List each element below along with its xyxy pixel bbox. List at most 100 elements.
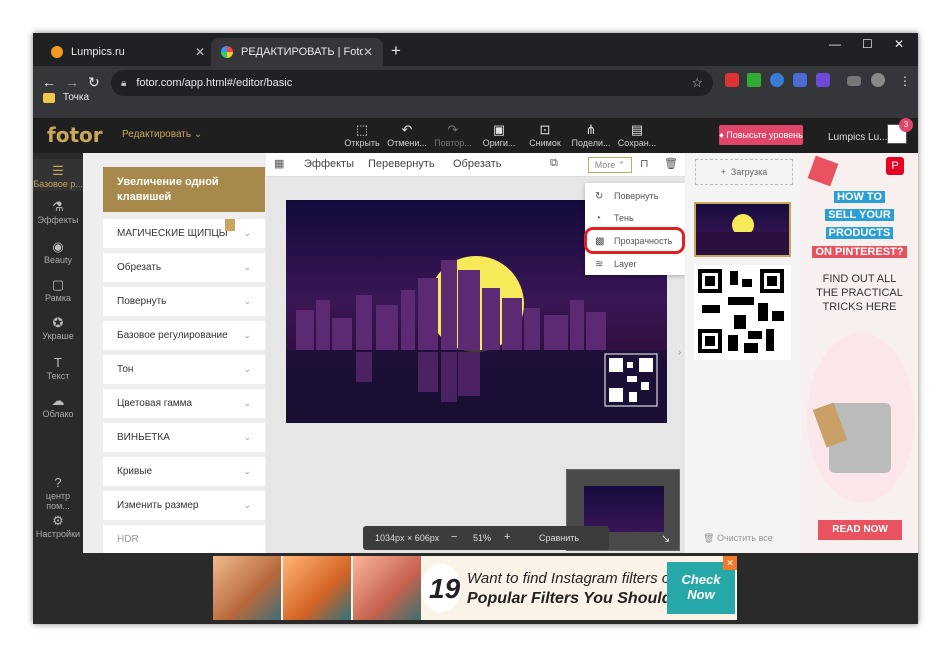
more-button[interactable]: More ⌃	[588, 157, 632, 173]
bottom-ad-bar: 19 Want to find Instagram filters online…	[33, 553, 918, 624]
forward-icon[interactable]: →	[65, 74, 79, 90]
rail-item-settings[interactable]: ⚙ Настройки	[33, 513, 83, 539]
accordion-color[interactable]: Цветовая гамма ⌄	[103, 389, 265, 418]
collapse-icon[interactable]: ↘	[661, 532, 670, 545]
plus-icon: +	[720, 167, 731, 177]
upload-button[interactable]: + Загрузка	[695, 159, 793, 185]
subbar-crop[interactable]: Обрезать	[453, 158, 502, 170]
accordion-label: Цветовая гамма	[117, 398, 193, 409]
rotate-icon: ↻	[595, 190, 604, 202]
save-button[interactable]: ▤ Сохран...	[617, 122, 657, 148]
read-now-button[interactable]: READ NOW	[818, 520, 902, 540]
accordion-magic[interactable]: МАГИЧЕСКИЕ ЩИПЦЫ ⌄	[103, 219, 265, 248]
accordion-hdr[interactable]: HDR	[103, 525, 265, 553]
tab-lumpics[interactable]: Lumpics.ru ✕	[41, 38, 215, 66]
original-button[interactable]: ▣ Ориги...	[479, 122, 519, 148]
snapshot-button[interactable]: ⊡ Снимок	[525, 122, 565, 148]
zoom-out-button[interactable]: −	[451, 531, 457, 543]
ad-line: FIND OUT ALL	[822, 273, 897, 285]
accordion-crop[interactable]: Обрезать ⌄	[103, 253, 265, 282]
accordion-curves[interactable]: Кривые ⌄	[103, 457, 265, 486]
lock-icon[interactable]: ⊓	[640, 157, 649, 170]
reload-icon[interactable]: ↻	[88, 74, 100, 91]
banner-close-icon[interactable]: ✕	[723, 556, 737, 570]
browser-menu-icon[interactable]: ⋮	[899, 74, 911, 88]
extension-ad-icon[interactable]	[816, 73, 830, 87]
new-tab-button[interactable]: +	[391, 41, 401, 61]
maximize-icon[interactable]: ☐	[862, 37, 873, 51]
rail-item-decor[interactable]: ✪ Украше	[33, 315, 83, 341]
bookmark-item[interactable]: Точка	[43, 92, 89, 103]
zoom-value: 51%	[473, 533, 492, 543]
upgrade-button[interactable]: ♦ Повысьте уровень	[719, 125, 803, 145]
tab-close-icon[interactable]: ✕	[363, 45, 373, 59]
extension-check-icon[interactable]	[747, 73, 761, 87]
filter-photo-1	[213, 556, 281, 620]
menu-item-shadow[interactable]: ◔ Тень	[585, 207, 685, 229]
rail-item-effects[interactable]: ⚗ Эффекты	[33, 199, 83, 225]
chevron-down-icon: ⌄	[243, 330, 251, 340]
ad-text: PRODUCTS	[825, 227, 894, 239]
user-name[interactable]: Lumpics Lu...	[828, 132, 887, 143]
rail-item-text[interactable]: T Текст	[33, 355, 83, 381]
accordion-resize[interactable]: Изменить размер ⌄	[103, 491, 265, 520]
accordion-rotate[interactable]: Повернуть ⌄	[103, 287, 265, 316]
compare-button[interactable]: Сравнить	[539, 533, 579, 543]
side-ad[interactable]: P HOW TO SELL YOUR PRODUCTS ON PINTEREST…	[801, 153, 918, 553]
duplicate-icon[interactable]: ⧉	[550, 157, 558, 170]
banner-ad[interactable]: 19 Want to find Instagram filters online…	[213, 556, 737, 620]
menu-item-layer[interactable]: ≋ Layer	[585, 253, 685, 275]
share-button[interactable]: ⋔ Подели...	[571, 122, 611, 148]
tab-fotor[interactable]: РЕДАКТИРОВАТЬ | Fotor ✕	[211, 38, 383, 66]
back-icon[interactable]: ←	[42, 74, 56, 90]
accordion-vignette[interactable]: ВИНЬЕТКА ⌄	[103, 423, 265, 452]
menu-item-rotate[interactable]: ↻ Повернуть	[585, 185, 685, 207]
subbar-flip[interactable]: Перевернуть	[368, 158, 435, 170]
extension-red-icon[interactable]	[725, 73, 739, 87]
rail-item-beauty[interactable]: ◉ Beauty	[33, 239, 83, 265]
address-bar[interactable]: 🔒︎ fotor.com/app.html#/editor/basic ☆	[111, 70, 713, 96]
banner-line2: Popular Filters You Should Try	[467, 590, 701, 607]
clear-all-button[interactable]: 🗑︎ Очистить все	[703, 533, 773, 544]
address-text: fotor.com/app.html#/editor/basic	[136, 77, 293, 89]
rail-item-frame[interactable]: ▢ Рамка	[33, 277, 83, 303]
accordion-label: Тон	[117, 364, 134, 375]
rail-item-basic[interactable]: ☰ Базовое р...	[33, 159, 83, 191]
trash-icon[interactable]: 🗑︎	[664, 157, 678, 170]
notification-badge[interactable]: 3	[899, 118, 913, 132]
window-close-icon[interactable]: ✕	[894, 37, 904, 51]
rail-label: центр пом...	[45, 491, 71, 511]
filter-photo-2	[283, 556, 351, 620]
open-icon: ⬚	[355, 122, 369, 137]
extension-list-icon[interactable]	[847, 76, 861, 86]
sliders-icon: ☰	[52, 163, 64, 178]
left-rail: ☰ Базовое р... ⚗ Эффекты ◉ Beauty ▢ Рамка ✪ У…	[33, 153, 83, 553]
ad-line: SELL YOUR	[801, 209, 918, 221]
collapse-panel-icon[interactable]: ›	[678, 347, 681, 358]
menu-item-label: Повернуть	[614, 191, 659, 201]
extension-globe-icon[interactable]	[770, 73, 784, 87]
profile-avatar[interactable]	[871, 73, 885, 87]
rail-label: Облако	[42, 409, 74, 419]
extension-box-icon[interactable]	[793, 73, 807, 87]
rail-item-help[interactable]: ? центр пом...	[33, 475, 83, 511]
mode-dropdown[interactable]: Редактировать ⌄	[122, 129, 202, 140]
transparency-highlight	[584, 227, 685, 254]
zoom-in-button[interactable]: +	[504, 531, 510, 543]
thumbnail-city[interactable]	[694, 202, 791, 257]
minimize-icon[interactable]: —	[829, 37, 841, 51]
tab-close-icon[interactable]: ✕	[195, 45, 205, 59]
qr-sticker[interactable]	[603, 352, 659, 408]
ad-line: HOW TO	[801, 191, 918, 203]
open-button[interactable]: ⬚ Открыть	[342, 122, 382, 148]
rail-item-cloud[interactable]: ☁ Облако	[33, 393, 83, 419]
accordion-basic[interactable]: Базовое регулирование ⌄	[103, 321, 265, 350]
bookmark-star-icon[interactable]: ☆	[691, 75, 703, 91]
redo-button[interactable]: ↷ Повтор...	[433, 122, 473, 148]
accordion-tone[interactable]: Тон ⌄	[103, 355, 265, 384]
subbar-effects[interactable]: Эффекты	[304, 158, 354, 170]
qr-layer-icon[interactable]: ▦	[274, 157, 284, 170]
undo-button[interactable]: ↶ Отмени...	[387, 122, 427, 148]
promo-card[interactable]: Увеличение одной клавишей	[103, 167, 265, 212]
thumbnail-qr[interactable]	[694, 265, 791, 360]
